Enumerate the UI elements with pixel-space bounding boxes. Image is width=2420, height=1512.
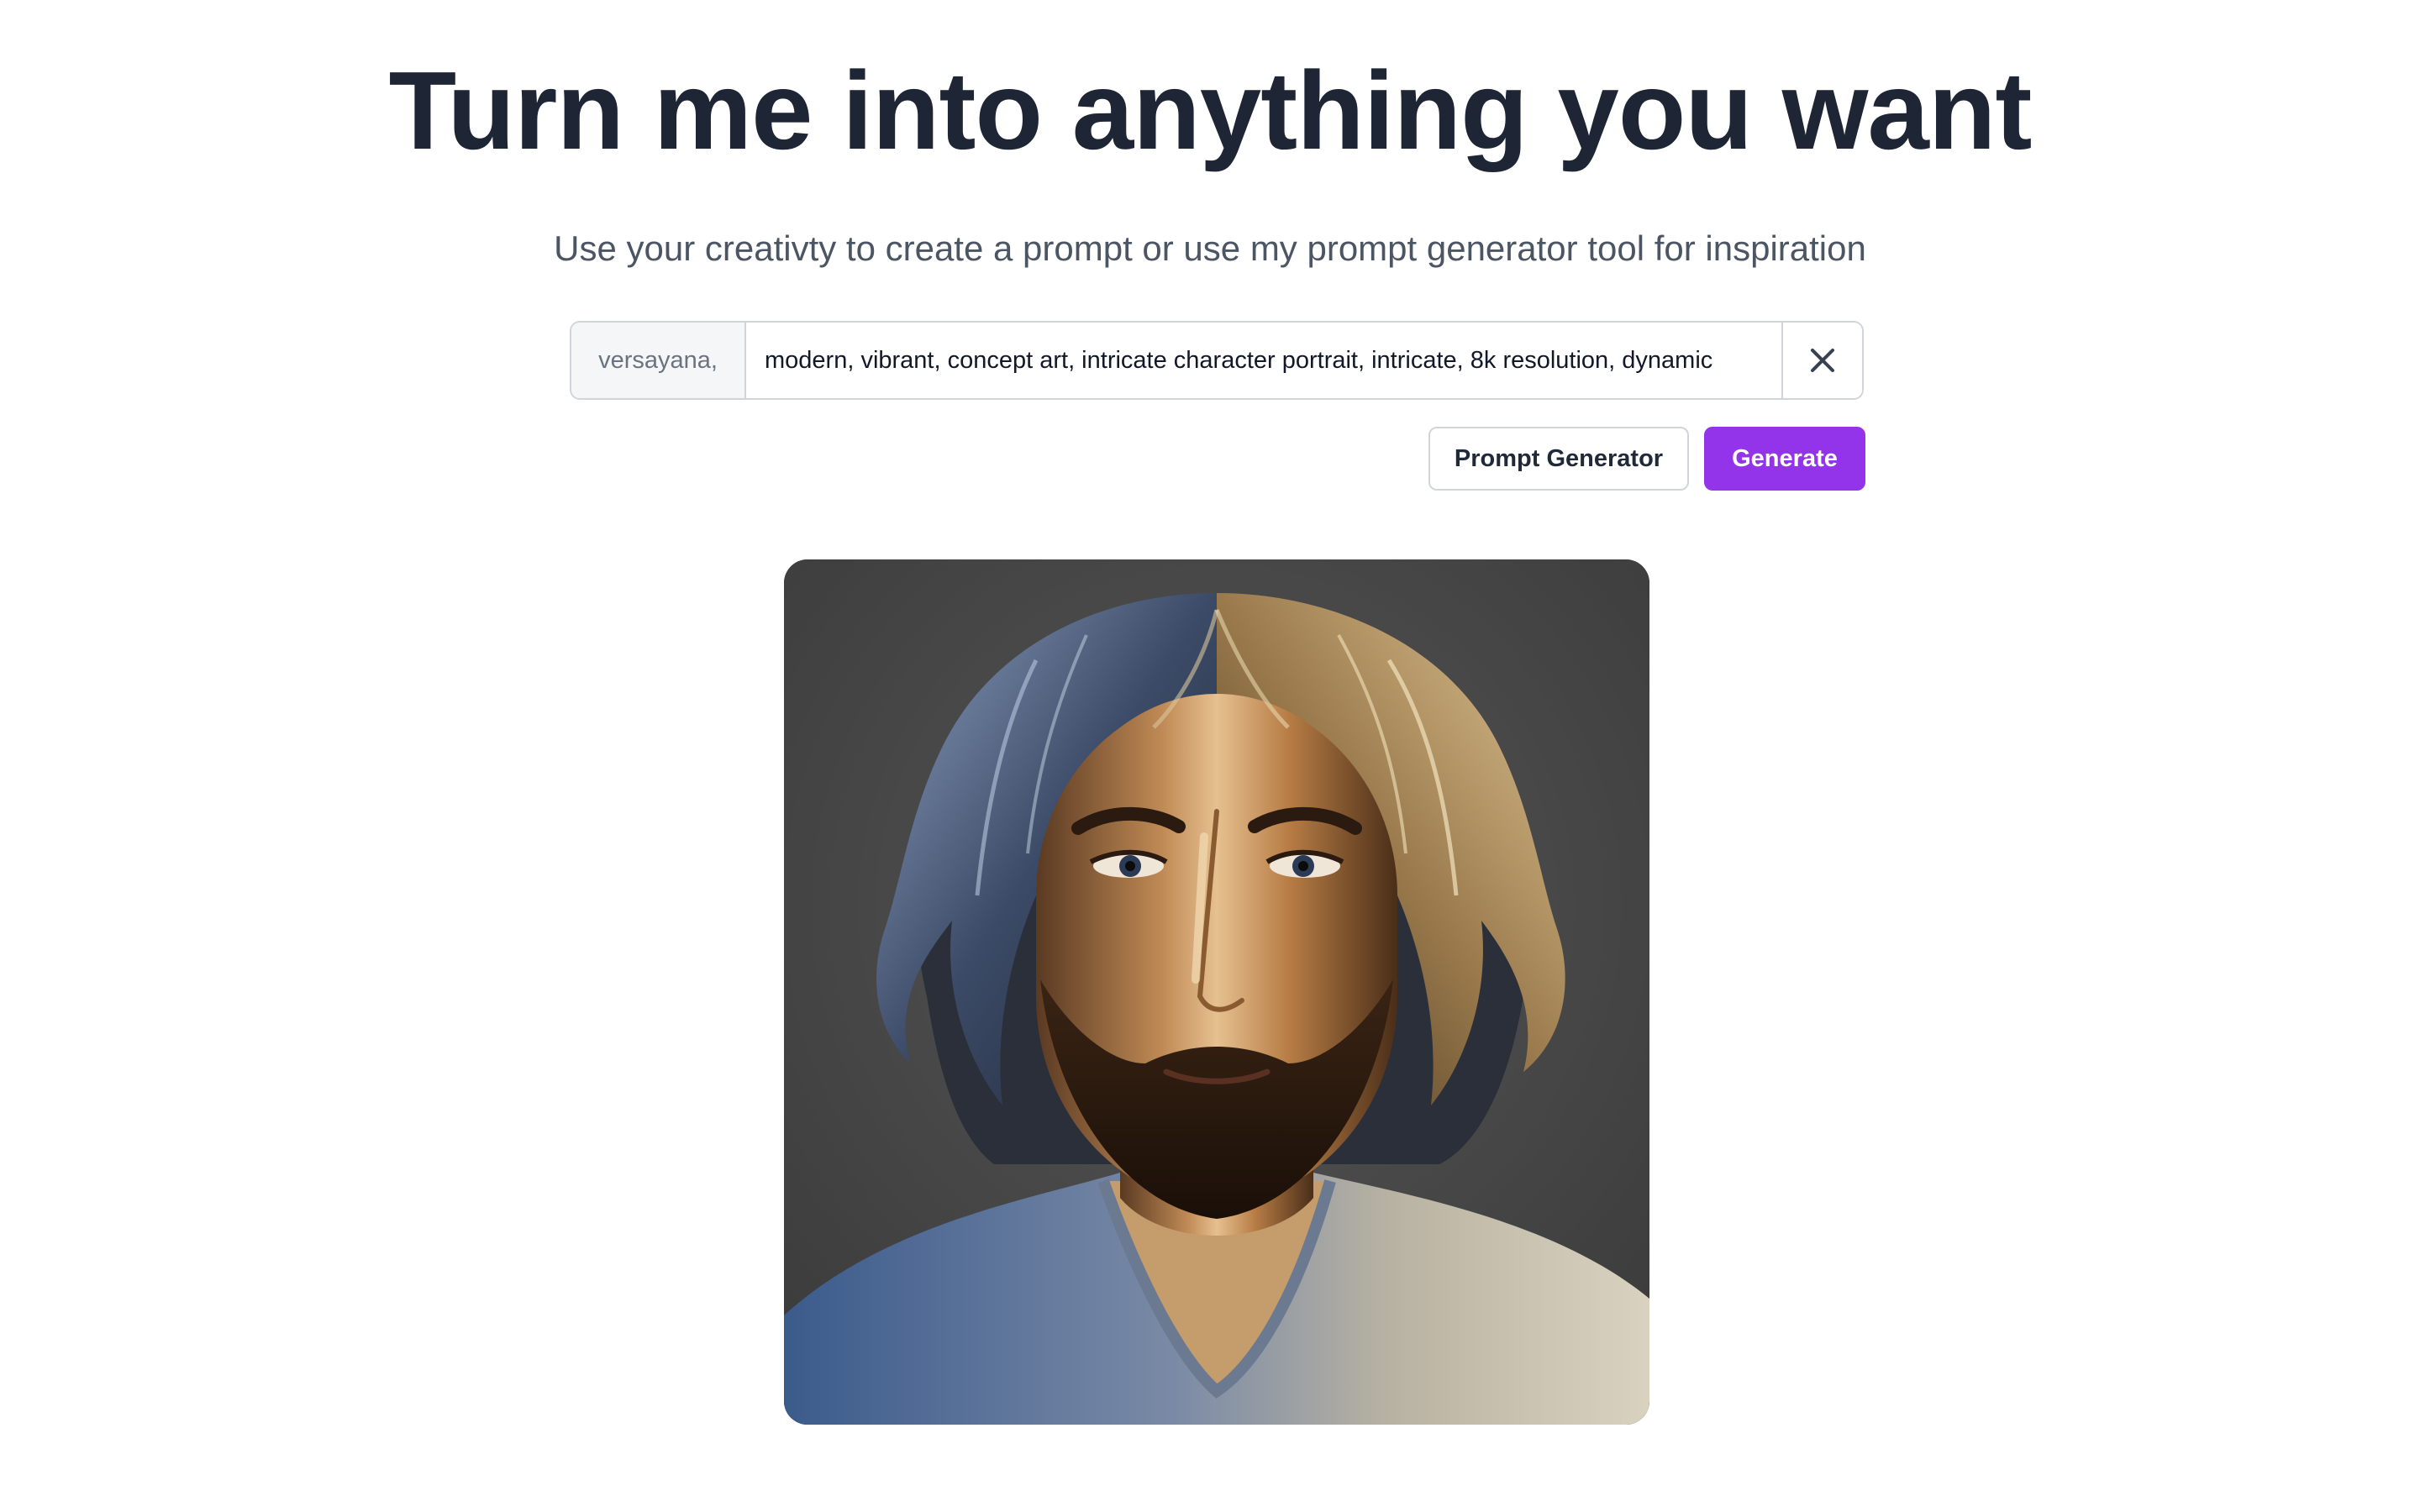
prompt-prefix: versayana, [571, 323, 746, 398]
prompt-generator-button[interactable]: Prompt Generator [1428, 427, 1689, 491]
close-icon [1806, 344, 1839, 377]
page-title: Turn me into anything you want [388, 49, 2033, 172]
page-subtitle: Use your creativty to create a prompt or… [554, 228, 1866, 268]
generated-portrait-image [784, 559, 1649, 1425]
prompt-bar: versayana, [570, 321, 1864, 400]
portrait-illustration [784, 559, 1649, 1425]
page: Turn me into anything you want Use your … [0, 0, 2420, 1512]
clear-prompt-button[interactable] [1781, 323, 1862, 398]
generate-button[interactable]: Generate [1704, 427, 1865, 491]
prompt-input[interactable] [746, 323, 1781, 398]
